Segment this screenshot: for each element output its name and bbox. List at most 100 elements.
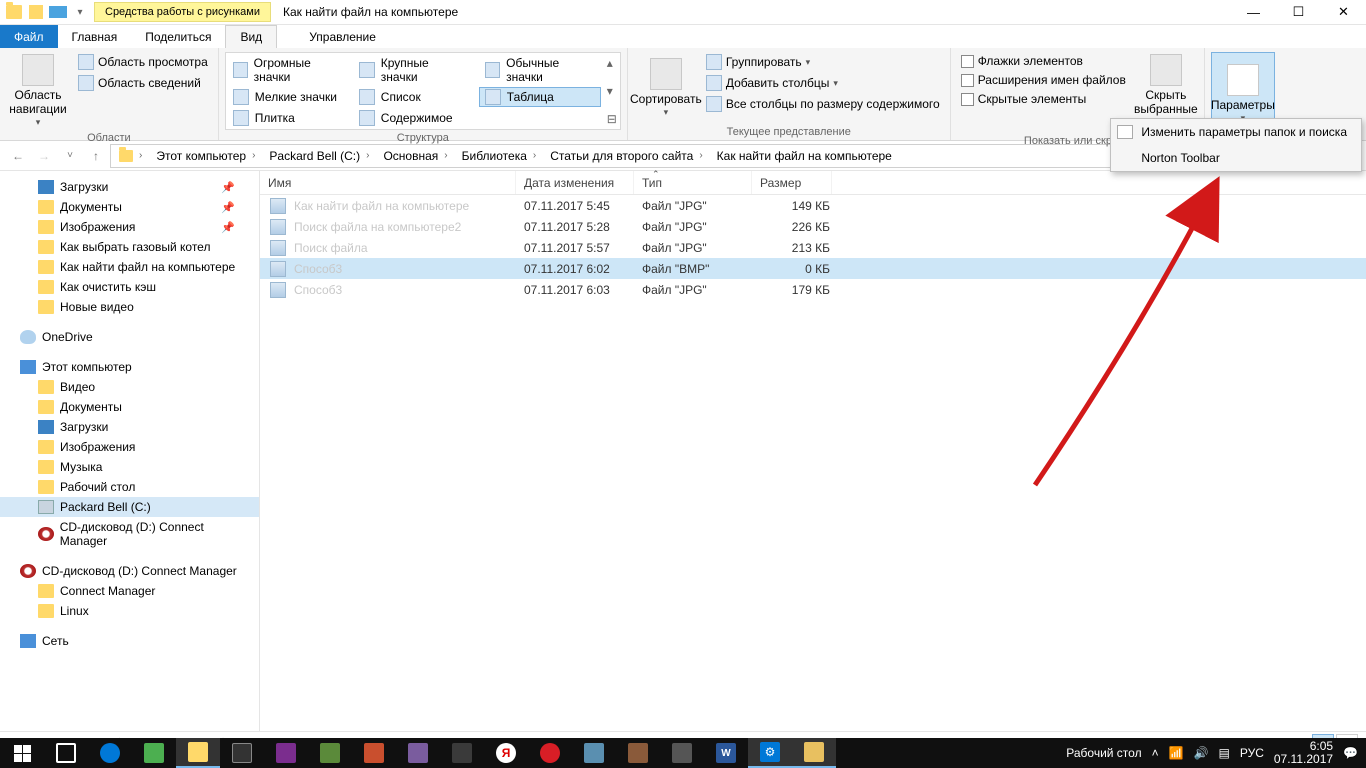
file-row[interactable]: Способ307.11.2017 6:03Файл "JPG"179 КБ	[260, 279, 1366, 300]
breadcrumb-item[interactable]: Packard Bell (C:)›	[263, 145, 377, 167]
layout-medium-icons[interactable]: Обычные значки	[479, 54, 601, 86]
action-center-icon[interactable]: 💬	[1343, 746, 1358, 760]
file-row[interactable]: Как найти файл на компьютере07.11.2017 5…	[260, 195, 1366, 216]
layout-huge-icons[interactable]: Огромные значки	[227, 54, 349, 86]
tree-item[interactable]: Как выбрать газовый котел	[0, 237, 259, 257]
tree-item[interactable]: Изображения	[0, 437, 259, 457]
tray-clock[interactable]: 6:05 07.11.2017	[1274, 740, 1333, 766]
taskbar-app[interactable]	[352, 738, 396, 768]
tree-item[interactable]: Видео	[0, 377, 259, 397]
tree-item[interactable]: CD-дисковод (D:) Connect Manager	[0, 517, 259, 551]
file-row[interactable]: Поиск файла07.11.2017 5:57Файл "JPG"213 …	[260, 237, 1366, 258]
tree-item[interactable]: Connect Manager	[0, 581, 259, 601]
tray-volume-icon[interactable]: 🔊	[1194, 746, 1209, 760]
recent-locations-button[interactable]: ˅	[58, 144, 82, 168]
tray-icon[interactable]: ▤	[1219, 746, 1230, 760]
up-button[interactable]: ↑	[84, 144, 108, 168]
qat-icon[interactable]	[26, 2, 46, 22]
layout-tiles[interactable]: Плитка	[227, 108, 349, 128]
norton-toolbar-item[interactable]: Norton Toolbar	[1111, 145, 1361, 171]
tray-chevron-icon[interactable]: ˄	[1152, 746, 1159, 760]
tree-item[interactable]: Загрузки	[0, 417, 259, 437]
taskbar-app[interactable]	[660, 738, 704, 768]
column-size[interactable]: Размер	[752, 171, 832, 194]
sort-button[interactable]: Сортировать ▾	[634, 52, 698, 124]
navigation-pane-button[interactable]: Область навигации ▾	[6, 52, 70, 130]
taskbar-yandex[interactable]: Я	[484, 738, 528, 768]
file-row[interactable]: Поиск файла на компьютере207.11.2017 5:2…	[260, 216, 1366, 237]
layout-content[interactable]: Содержимое	[353, 108, 475, 128]
navigation-tree[interactable]: Загрузки📌Документы📌Изображения📌Как выбра…	[0, 171, 260, 731]
start-button[interactable]	[0, 738, 44, 768]
taskbar-explorer[interactable]	[176, 738, 220, 768]
tab-share[interactable]: Поделиться	[131, 25, 225, 48]
taskbar-app[interactable]	[396, 738, 440, 768]
file-extensions-toggle[interactable]: Расширения имен файлов	[957, 71, 1130, 89]
taskbar-opera[interactable]	[528, 738, 572, 768]
taskbar-app[interactable]	[308, 738, 352, 768]
tree-item[interactable]: Сеть	[0, 631, 259, 651]
taskbar-app[interactable]	[572, 738, 616, 768]
item-checkboxes-toggle[interactable]: Флажки элементов	[957, 52, 1130, 70]
tree-item[interactable]: Документы📌	[0, 197, 259, 217]
tree-item[interactable]: Музыка	[0, 457, 259, 477]
maximize-button[interactable]: ☐	[1276, 0, 1321, 25]
add-columns-button[interactable]: Добавить столбцы▾	[702, 73, 944, 93]
taskbar-app[interactable]	[616, 738, 660, 768]
tab-view[interactable]: Вид	[225, 25, 277, 48]
taskbar-app[interactable]	[132, 738, 176, 768]
breadcrumb-item[interactable]: Библиотека›	[456, 145, 545, 167]
tray-lang[interactable]: РУС	[1240, 746, 1264, 760]
qat-picture-icon[interactable]	[48, 2, 68, 22]
file-row[interactable]: Способ307.11.2017 6:02Файл "BMP"0 КБ	[260, 258, 1366, 279]
show-desktop-label[interactable]: Рабочий стол	[1066, 746, 1141, 760]
breadcrumb-item[interactable]: Основная›	[377, 145, 455, 167]
tab-file[interactable]: Файл	[0, 25, 58, 48]
taskbar-app[interactable]	[440, 738, 484, 768]
close-button[interactable]: ✕	[1321, 0, 1366, 25]
forward-button[interactable]: →	[32, 144, 56, 168]
preview-pane-button[interactable]: Область просмотра	[74, 52, 212, 72]
column-name[interactable]: Имя	[260, 171, 516, 194]
tab-picture-tools[interactable]: Управление	[295, 25, 390, 48]
layout-large-icons[interactable]: Крупные значки	[353, 54, 475, 86]
taskbar-settings[interactable]: ⚙	[748, 738, 792, 768]
tree-item[interactable]: Этот компьютер	[0, 357, 259, 377]
tree-item[interactable]: CD-дисковод (D:) Connect Manager	[0, 561, 259, 581]
taskbar-store[interactable]	[220, 738, 264, 768]
size-columns-button[interactable]: Все столбцы по размеру содержимого	[702, 94, 944, 114]
tree-item[interactable]: Новые видео	[0, 297, 259, 317]
layout-details[interactable]: Таблица	[479, 87, 601, 107]
layout-small-icons[interactable]: Мелкие значки	[227, 87, 349, 107]
taskbar[interactable]: Я W ⚙ Рабочий стол ˄ 📶 🔊 ▤ РУС 6:05 07.1…	[0, 738, 1366, 768]
tree-item[interactable]: Linux	[0, 601, 259, 621]
tree-item[interactable]: Как очистить кэш	[0, 277, 259, 297]
breadcrumb-item[interactable]: Статьи для второго сайта›	[544, 145, 710, 167]
folder-icon[interactable]	[4, 2, 24, 22]
back-button[interactable]: ←	[6, 144, 30, 168]
breadcrumb-item[interactable]: Как найти файл на компьютере	[711, 145, 898, 167]
tree-item[interactable]: Изображения📌	[0, 217, 259, 237]
breadcrumb-item[interactable]: Этот компьютер›	[150, 145, 263, 167]
taskbar-paint[interactable]	[792, 738, 836, 768]
taskbar-app[interactable]	[264, 738, 308, 768]
tray-network-icon[interactable]: 📶	[1169, 746, 1184, 760]
change-folder-options-item[interactable]: Изменить параметры папок и поиска	[1111, 119, 1361, 145]
tree-item[interactable]: OneDrive	[0, 327, 259, 347]
layout-scroll-down-icon[interactable]: ▾	[607, 84, 617, 98]
taskbar-word[interactable]: W	[704, 738, 748, 768]
taskbar-edge[interactable]	[88, 738, 132, 768]
qat-dropdown-icon[interactable]: ▾	[70, 2, 90, 22]
tree-item[interactable]: Загрузки📌	[0, 177, 259, 197]
layout-scroll-up-icon[interactable]: ▴	[607, 56, 617, 70]
tree-item[interactable]: Рабочий стол	[0, 477, 259, 497]
layout-expand-icon[interactable]: ⊟	[607, 112, 617, 126]
details-pane-button[interactable]: Область сведений	[74, 73, 212, 93]
task-view-button[interactable]	[44, 738, 88, 768]
tab-home[interactable]: Главная	[58, 25, 132, 48]
tree-item[interactable]: Документы	[0, 397, 259, 417]
hidden-items-toggle[interactable]: Скрытые элементы	[957, 90, 1130, 108]
tree-item[interactable]: Packard Bell (C:)	[0, 497, 259, 517]
column-date[interactable]: Дата изменения	[516, 171, 634, 194]
layout-list[interactable]: Список	[353, 87, 475, 107]
